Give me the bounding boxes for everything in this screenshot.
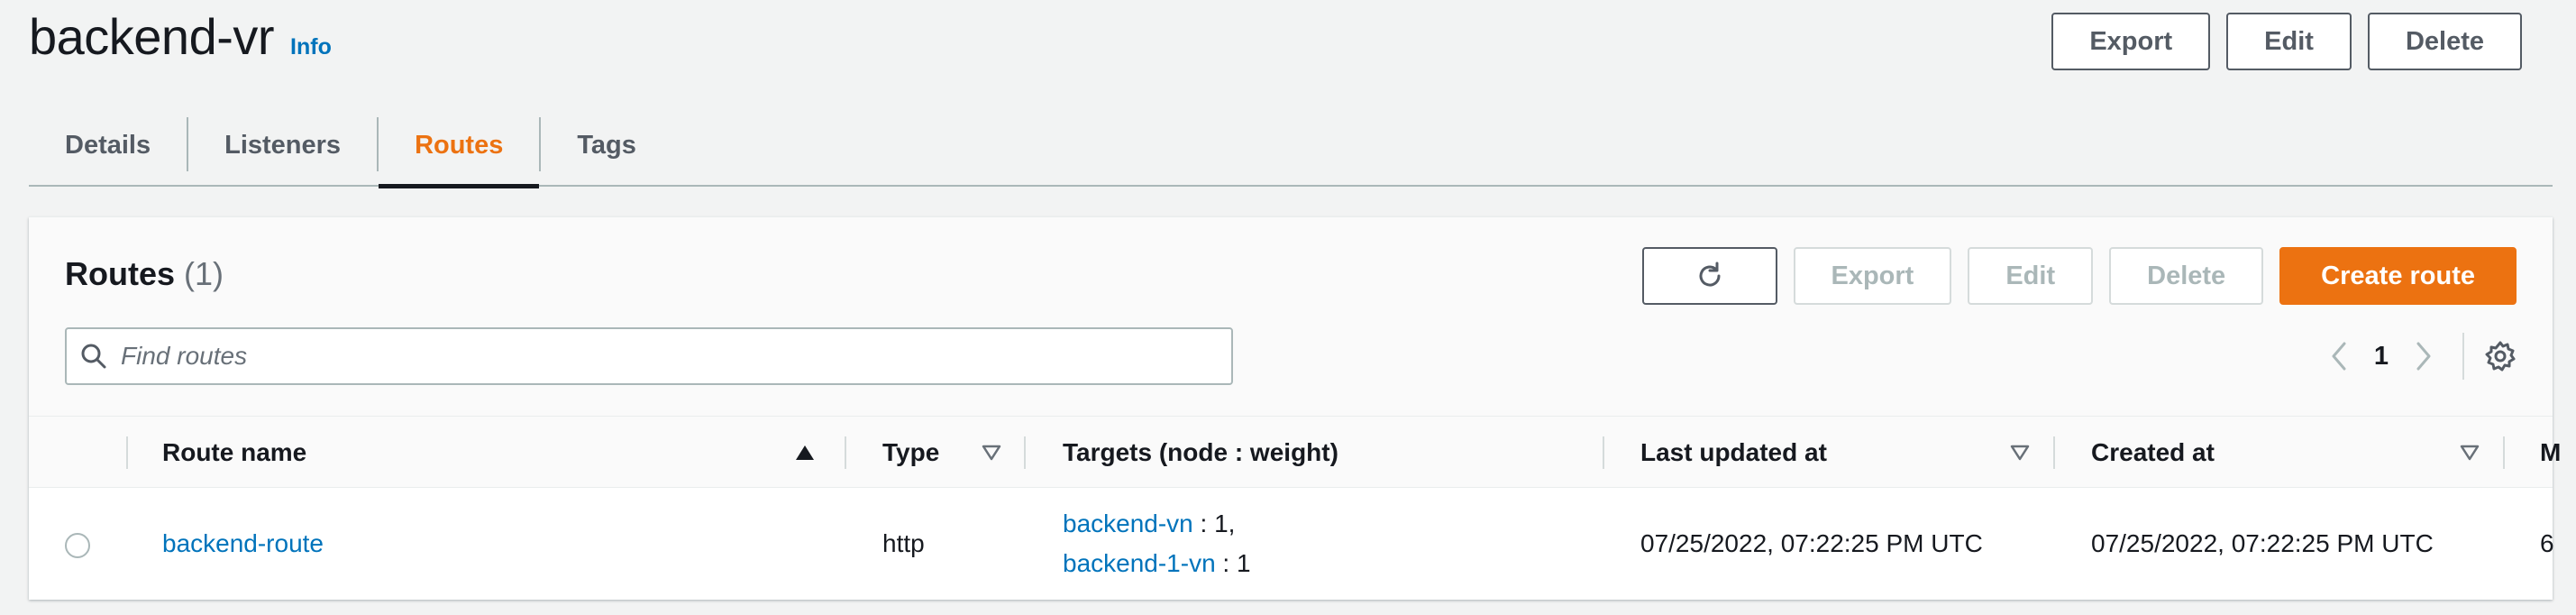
column-divider (845, 436, 846, 469)
target-weight: : 1, (1192, 509, 1236, 537)
target-node-link[interactable]: backend-vn (1063, 509, 1193, 537)
route-target: backend-1-vn : 1 (1063, 549, 1251, 578)
delete-button[interactable]: Delete (2367, 13, 2522, 70)
route-name-link[interactable]: backend-route (162, 529, 324, 558)
last-updated-value: 07/25/2022, 07:22:25 PM UTC (1640, 529, 1983, 557)
route-target: backend-vn : 1, (1063, 509, 1235, 538)
chevron-left-icon (2332, 342, 2346, 371)
row-select-radio[interactable] (65, 533, 90, 558)
routes-actions: Export Edit Delete Create route (1641, 247, 2517, 305)
routes-panel: Routes (1) Export Edit Delete Create rout… (29, 216, 2561, 600)
search-box (65, 327, 1233, 385)
pagination-divider (2462, 333, 2464, 380)
column-divider (126, 436, 128, 469)
column-divider (2053, 436, 2055, 469)
refresh-icon (1699, 262, 1721, 287)
page-title-area: backend-vr Info (29, 7, 332, 66)
gear-icon (2485, 341, 2516, 372)
tab-details[interactable]: Details (29, 104, 187, 187)
sort-ascending-icon[interactable] (795, 417, 815, 489)
next-page-button[interactable] (2401, 340, 2446, 372)
export-routes-button[interactable]: Export (1793, 247, 1952, 305)
refresh-button[interactable] (1641, 247, 1777, 305)
target-node-link[interactable]: backend-1-vn (1063, 549, 1216, 577)
edit-button[interactable]: Edit (2226, 13, 2352, 70)
column-header-type[interactable]: Type (882, 417, 939, 489)
edit-route-button[interactable]: Edit (1968, 247, 2094, 305)
column-header-truncated: M (2540, 438, 2562, 466)
tab-routes[interactable]: Routes (379, 104, 540, 188)
sort-icon[interactable] (982, 417, 1001, 489)
column-header-targets: Targets (node : weight) (1063, 438, 1338, 466)
routes-count: (1) (184, 255, 224, 292)
search-icon (67, 342, 121, 371)
table-header: Route name Type Targets (node : weight) … (29, 416, 2561, 489)
delete-route-button[interactable]: Delete (2109, 247, 2264, 305)
chevron-right-icon (2416, 342, 2431, 371)
routes-panel-title: Routes (1) (65, 255, 224, 293)
page-title: backend-vr (29, 8, 275, 65)
search-input[interactable] (121, 342, 1202, 371)
target-weight: : 1 (1215, 549, 1251, 577)
column-header-route-name[interactable]: Route name (162, 417, 306, 489)
info-link[interactable]: Info (290, 34, 332, 60)
column-header-created-at[interactable]: Created at (2091, 417, 2215, 489)
previous-page-button[interactable] (2316, 340, 2361, 372)
route-type: http (882, 529, 925, 557)
sort-icon[interactable] (2460, 417, 2480, 489)
tab-listeners[interactable]: Listeners (188, 104, 377, 187)
truncated-cell: 6 (2540, 529, 2554, 557)
column-header-last-updated[interactable]: Last updated at (1640, 417, 1827, 489)
header-actions: Export Edit Delete (2051, 13, 2522, 70)
routes-panel-header: Routes (1) Export Edit Delete Create rout… (29, 217, 2553, 416)
current-page-number[interactable]: 1 (2361, 342, 2401, 372)
column-divider (1024, 436, 1026, 469)
table-row[interactable]: backend-route http backend-vn : 1, backe… (29, 488, 2554, 600)
sort-icon[interactable] (2010, 417, 2030, 489)
column-divider (2503, 436, 2505, 469)
tab-tags[interactable]: Tags (541, 104, 672, 187)
export-button[interactable]: Export (2051, 13, 2211, 70)
preferences-button[interactable] (2484, 340, 2517, 372)
created-at-value: 07/25/2022, 07:22:25 PM UTC (2091, 529, 2434, 557)
column-divider (1603, 436, 1604, 469)
tab-bar: Details Listeners Routes Tags (29, 104, 2553, 188)
pagination: 1 (2316, 333, 2517, 380)
create-route-button[interactable]: Create route (2279, 247, 2517, 305)
routes-title-label: Routes (65, 255, 176, 292)
